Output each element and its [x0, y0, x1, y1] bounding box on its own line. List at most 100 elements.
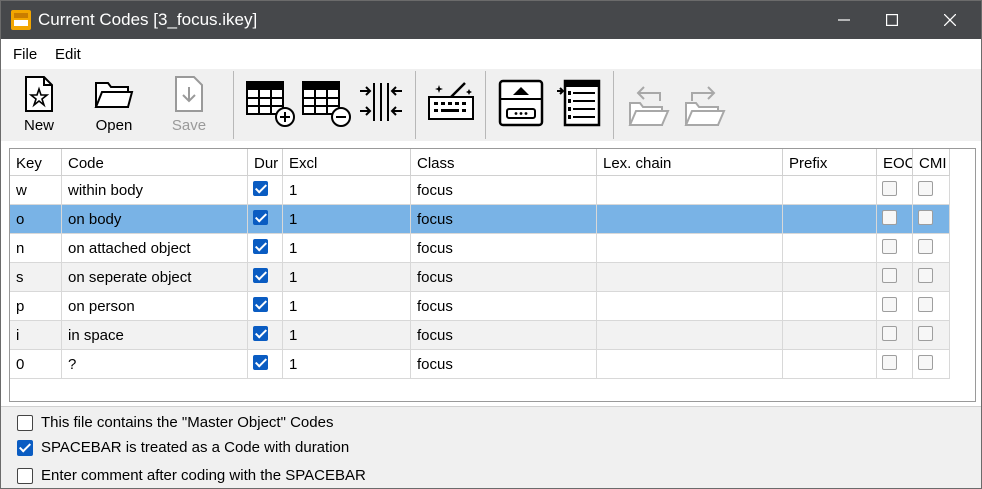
cell-prefix[interactable] [783, 234, 877, 263]
cell-dur[interactable] [248, 205, 283, 234]
column-header-dur[interactable]: Dur [248, 149, 283, 176]
cmi-checkbox[interactable] [918, 297, 933, 312]
cell-cmi[interactable] [913, 263, 950, 292]
table-row[interactable]: o on body 1 focus [10, 205, 950, 234]
cell-key[interactable]: 0 [10, 350, 62, 379]
dur-checkbox[interactable] [253, 239, 268, 254]
cell-lex-chain[interactable] [597, 321, 783, 350]
eoc-checkbox[interactable] [882, 210, 897, 225]
cell-dur[interactable] [248, 321, 283, 350]
keyboard-wizard-button[interactable] [425, 69, 477, 141]
cell-excl[interactable]: 1 [283, 176, 411, 205]
eoc-checkbox[interactable] [882, 297, 897, 312]
column-header-excl[interactable]: Excl [283, 149, 411, 176]
add-row-button[interactable] [243, 69, 295, 141]
table-row[interactable]: s on seperate object 1 focus [10, 263, 950, 292]
cell-code[interactable]: on body [62, 205, 248, 234]
cell-lex-chain[interactable] [597, 234, 783, 263]
cell-eoc[interactable] [877, 350, 913, 379]
option-checkbox[interactable] [17, 415, 33, 431]
cell-lex-chain[interactable] [597, 205, 783, 234]
cell-excl[interactable]: 1 [283, 292, 411, 321]
cell-prefix[interactable] [783, 205, 877, 234]
cell-prefix[interactable] [783, 263, 877, 292]
cell-key[interactable]: w [10, 176, 62, 205]
cell-prefix[interactable] [783, 176, 877, 205]
cell-eoc[interactable] [877, 321, 913, 350]
cell-eoc[interactable] [877, 205, 913, 234]
column-header-class[interactable]: Class [411, 149, 597, 176]
remove-row-button[interactable] [299, 69, 351, 141]
column-header-eoc[interactable]: EOC [877, 149, 913, 176]
cell-class[interactable]: focus [411, 205, 597, 234]
cell-key[interactable]: i [10, 321, 62, 350]
menu-file[interactable]: File [13, 46, 37, 63]
eoc-checkbox[interactable] [882, 239, 897, 254]
cell-class[interactable]: focus [411, 350, 597, 379]
open-button[interactable]: Open [86, 69, 142, 141]
cell-prefix[interactable] [783, 321, 877, 350]
column-header-key[interactable]: Key [10, 149, 62, 176]
cell-cmi[interactable] [913, 292, 950, 321]
cell-dur[interactable] [248, 350, 283, 379]
column-width-button[interactable] [355, 69, 405, 141]
table-row[interactable]: i in space 1 focus [10, 321, 950, 350]
new-button[interactable]: New [11, 69, 67, 141]
cell-class[interactable]: focus [411, 263, 597, 292]
cell-code[interactable]: ? [62, 350, 248, 379]
eoc-checkbox[interactable] [882, 355, 897, 370]
dur-checkbox[interactable] [253, 297, 268, 312]
dur-checkbox[interactable] [253, 268, 268, 283]
cell-dur[interactable] [248, 176, 283, 205]
cell-code[interactable]: on seperate object [62, 263, 248, 292]
cell-excl[interactable]: 1 [283, 263, 411, 292]
dur-checkbox[interactable] [253, 326, 268, 341]
table-row[interactable]: p on person 1 focus [10, 292, 950, 321]
menu-edit[interactable]: Edit [55, 46, 81, 63]
cell-key[interactable]: s [10, 263, 62, 292]
cell-code[interactable]: within body [62, 176, 248, 205]
option-checkbox[interactable] [17, 440, 33, 456]
dur-checkbox[interactable] [253, 181, 268, 196]
import-button[interactable] [495, 69, 547, 141]
cell-eoc[interactable] [877, 234, 913, 263]
cell-cmi[interactable] [913, 234, 950, 263]
export-button[interactable] [553, 69, 605, 141]
table-row[interactable]: w within body 1 focus [10, 176, 950, 205]
eoc-checkbox[interactable] [882, 326, 897, 341]
column-header-code[interactable]: Code [62, 149, 248, 176]
cmi-checkbox[interactable] [918, 210, 933, 225]
cell-key[interactable]: o [10, 205, 62, 234]
undo-button[interactable] [623, 69, 673, 141]
cell-prefix[interactable] [783, 350, 877, 379]
cell-key[interactable]: p [10, 292, 62, 321]
save-button[interactable]: Save [161, 69, 217, 141]
cell-code[interactable]: on attached object [62, 234, 248, 263]
cell-class[interactable]: focus [411, 234, 597, 263]
cell-dur[interactable] [248, 263, 283, 292]
cell-dur[interactable] [248, 234, 283, 263]
eoc-checkbox[interactable] [882, 181, 897, 196]
cmi-checkbox[interactable] [918, 268, 933, 283]
cell-eoc[interactable] [877, 292, 913, 321]
eoc-checkbox[interactable] [882, 268, 897, 283]
cell-lex-chain[interactable] [597, 350, 783, 379]
cell-class[interactable]: focus [411, 292, 597, 321]
table-row[interactable]: n on attached object 1 focus [10, 234, 950, 263]
cell-excl[interactable]: 1 [283, 234, 411, 263]
cell-class[interactable]: focus [411, 321, 597, 350]
cell-cmi[interactable] [913, 321, 950, 350]
maximize-button[interactable] [869, 1, 915, 39]
cell-excl[interactable]: 1 [283, 205, 411, 234]
column-header-lex-chain[interactable]: Lex. chain [597, 149, 783, 176]
cell-class[interactable]: focus [411, 176, 597, 205]
dur-checkbox[interactable] [253, 355, 268, 370]
cell-cmi[interactable] [913, 176, 950, 205]
cmi-checkbox[interactable] [918, 239, 933, 254]
cell-code[interactable]: on person [62, 292, 248, 321]
cell-cmi[interactable] [913, 350, 950, 379]
cell-lex-chain[interactable] [597, 176, 783, 205]
cell-eoc[interactable] [877, 263, 913, 292]
dur-checkbox[interactable] [253, 210, 268, 225]
option-checkbox[interactable] [17, 468, 33, 484]
